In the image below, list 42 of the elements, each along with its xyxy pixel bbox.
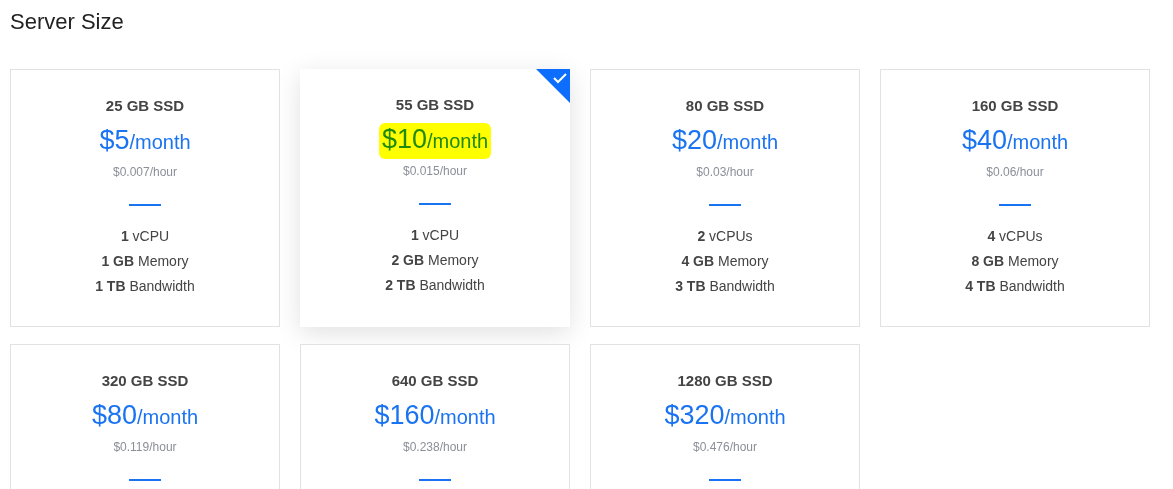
spec-line: 4 vCPUs — [987, 228, 1043, 244]
monthly-price: $5/month — [98, 124, 192, 157]
plan-card[interactable]: 80 GB SSD $20/month $0.03/hour 2 vCPUs 4 GB Memory 3 TB Bandwidth — [590, 69, 860, 327]
monthly-price: $320/month — [663, 399, 787, 432]
monthly-price: $10/month — [378, 123, 492, 159]
spec-line: 1 GB Memory — [101, 253, 189, 269]
selected-check-icon — [536, 69, 570, 103]
monthly-price: $40/month — [960, 124, 1070, 157]
spec-line: 1 vCPU — [120, 228, 170, 244]
storage-size: 80 GB SSD — [685, 96, 765, 116]
hourly-price: $0.238/hour — [402, 439, 468, 455]
monthly-price: $160/month — [373, 399, 497, 432]
hourly-price: $0.119/hour — [113, 439, 177, 455]
spec-line: 4 TB Bandwidth — [965, 278, 1065, 294]
hourly-price: $0.06/hour — [986, 164, 1044, 180]
spec-line: 1 vCPU — [410, 227, 460, 243]
hourly-price: $0.03/hour — [696, 164, 754, 180]
plan-card[interactable]: 1280 GB SSD $320/month $0.476/hour — [590, 344, 860, 489]
storage-size: 1280 GB SSD — [677, 371, 773, 391]
spec-line: 8 GB Memory — [971, 253, 1059, 269]
plan-card[interactable]: 320 GB SSD $80/month $0.119/hour — [10, 344, 280, 489]
hourly-price: $0.015/hour — [402, 163, 468, 179]
storage-size: 25 GB SSD — [105, 96, 185, 116]
monthly-price: $20/month — [670, 124, 780, 157]
storage-size: 640 GB SSD — [391, 371, 479, 391]
spec-line: 2 vCPUs — [697, 228, 753, 244]
plan-card[interactable]: 640 GB SSD $160/month $0.238/hour — [300, 344, 570, 489]
monthly-price: $80/month — [90, 399, 200, 432]
storage-size: 160 GB SSD — [971, 96, 1059, 116]
spec-line: 1 TB Bandwidth — [95, 278, 195, 294]
spec-line: 3 TB Bandwidth — [675, 278, 775, 294]
hourly-price: $0.007/hour — [112, 164, 178, 180]
hourly-price: $0.476/hour — [692, 439, 758, 455]
plan-card[interactable]: 55 GB SSD $10/month $0.015/hour 1 vCPU 2 GB Memory 2 TB Bandwidth — [300, 69, 570, 327]
storage-size: 55 GB SSD — [395, 95, 475, 115]
plan-card[interactable]: 25 GB SSD $5/month $0.007/hour 1 vCPU 1 GB Memory 1 TB Bandwidth — [10, 69, 280, 327]
section-title: Server Size — [10, 8, 124, 36]
plan-card[interactable]: 160 GB SSD $40/month $0.06/hour 4 vCPUs 8 GB Memory 4 TB Bandwidth — [880, 69, 1150, 327]
spec-line: 2 TB Bandwidth — [385, 277, 485, 293]
spec-line: 4 GB Memory — [681, 253, 769, 269]
spec-line: 2 GB Memory — [391, 252, 479, 268]
storage-size: 320 GB SSD — [101, 371, 189, 391]
